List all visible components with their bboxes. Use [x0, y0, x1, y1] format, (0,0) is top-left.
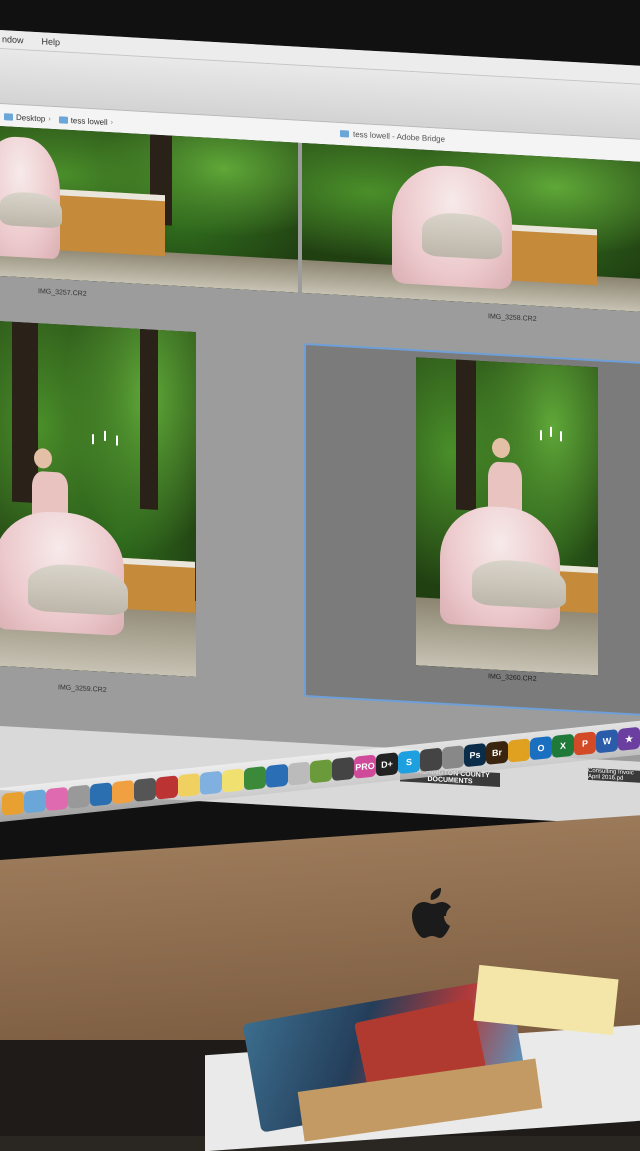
photoshop-icon[interactable]: Ps [464, 742, 486, 768]
window-title-text: tess lowell - Adobe Bridge [353, 129, 446, 144]
chevron-right-icon: › [48, 115, 51, 123]
notes-icon[interactable] [178, 772, 200, 798]
photos-icon[interactable] [112, 779, 134, 805]
itunes-icon[interactable] [46, 786, 68, 812]
dplus-icon[interactable]: D+ [376, 752, 398, 777]
table [120, 557, 195, 613]
table [512, 224, 597, 286]
breadcrumb-tess-lowell-label: tess lowell [70, 115, 108, 127]
photo-booth-icon[interactable] [156, 775, 178, 800]
skype-icon[interactable]: S [398, 749, 420, 775]
apple-logo-icon [412, 888, 451, 938]
thumbnail-filename: IMG_3258.CR2 [488, 313, 537, 324]
content-panel: IMG_3257.CR2 IMG_3258.CR2 IMG_3259.CR2 I… [0, 126, 640, 762]
thumbnail-img-3257[interactable]: IMG_3257.CR2 [0, 126, 298, 323]
pro-icon[interactable]: PRO [354, 754, 376, 779]
tree-trunk [140, 328, 158, 510]
tree-trunk [456, 359, 476, 511]
powerpoint-icon[interactable]: P [574, 731, 596, 756]
photo-img-3260 [416, 357, 598, 676]
window-title: tess lowell - Adobe Bridge [340, 129, 445, 144]
thumbnail-img-3259[interactable]: IMG_3259.CR2 [0, 321, 200, 727]
chevron-right-icon: › [110, 118, 113, 126]
pen-icon[interactable] [244, 766, 266, 791]
stickies-icon[interactable] [222, 768, 244, 793]
thumbnail-filename: IMG_3259.CR2 [58, 684, 107, 694]
word-icon[interactable]: W [596, 729, 618, 754]
photo-img-3257 [0, 126, 298, 293]
head [492, 437, 510, 459]
folder-icon [58, 115, 68, 124]
chrome-2-icon[interactable] [508, 738, 530, 763]
excel-icon[interactable]: X [552, 733, 574, 758]
comic-icon[interactable] [200, 770, 222, 795]
chrome-icon[interactable] [2, 791, 24, 816]
candle [560, 431, 562, 442]
link-icon[interactable] [442, 745, 464, 770]
quicktime-icon[interactable] [90, 782, 112, 807]
preview-icon[interactable] [24, 789, 46, 814]
table [60, 189, 165, 257]
outlook-icon[interactable]: O [530, 735, 552, 761]
photo-img-3259 [0, 321, 196, 677]
music-icon[interactable] [332, 756, 354, 782]
menu-item-window[interactable]: ndow [0, 34, 26, 45]
bridge-icon[interactable]: Br [486, 740, 508, 765]
camera-icon[interactable] [134, 777, 156, 802]
trash-can-icon[interactable] [288, 761, 310, 786]
thumbnail-filename: IMG_3257.CR2 [38, 288, 87, 298]
head [34, 447, 52, 469]
game-icon[interactable] [310, 759, 332, 784]
folder-icon [4, 112, 13, 121]
candle [540, 430, 542, 441]
star-icon[interactable]: ★ [618, 726, 640, 752]
monitor-screen: ndow Help Desktop › tess lowell › tess l… [0, 30, 640, 826]
folder-icon [340, 130, 349, 138]
breadcrumb-desktop-label: Desktop [16, 112, 46, 124]
candle [92, 434, 94, 445]
xcode-icon[interactable] [68, 784, 90, 809]
breadcrumb-tess-lowell[interactable]: tess lowell › [58, 115, 113, 127]
breadcrumb-desktop[interactable]: Desktop › [4, 112, 51, 124]
menu-item-help[interactable]: Help [40, 36, 63, 47]
candle [104, 430, 106, 441]
thumbnail-img-3260-selected[interactable]: IMG_3260.CR2 [304, 342, 640, 717]
thumbnail-img-3258[interactable]: IMG_3258.CR2 [302, 142, 640, 342]
candle [116, 435, 118, 446]
thumbnail-filename: IMG_3260.CR2 [488, 673, 537, 684]
safari-icon[interactable] [266, 763, 288, 789]
globe-icon[interactable] [420, 747, 442, 772]
photo-img-3258 [302, 142, 640, 312]
candle [550, 426, 552, 437]
